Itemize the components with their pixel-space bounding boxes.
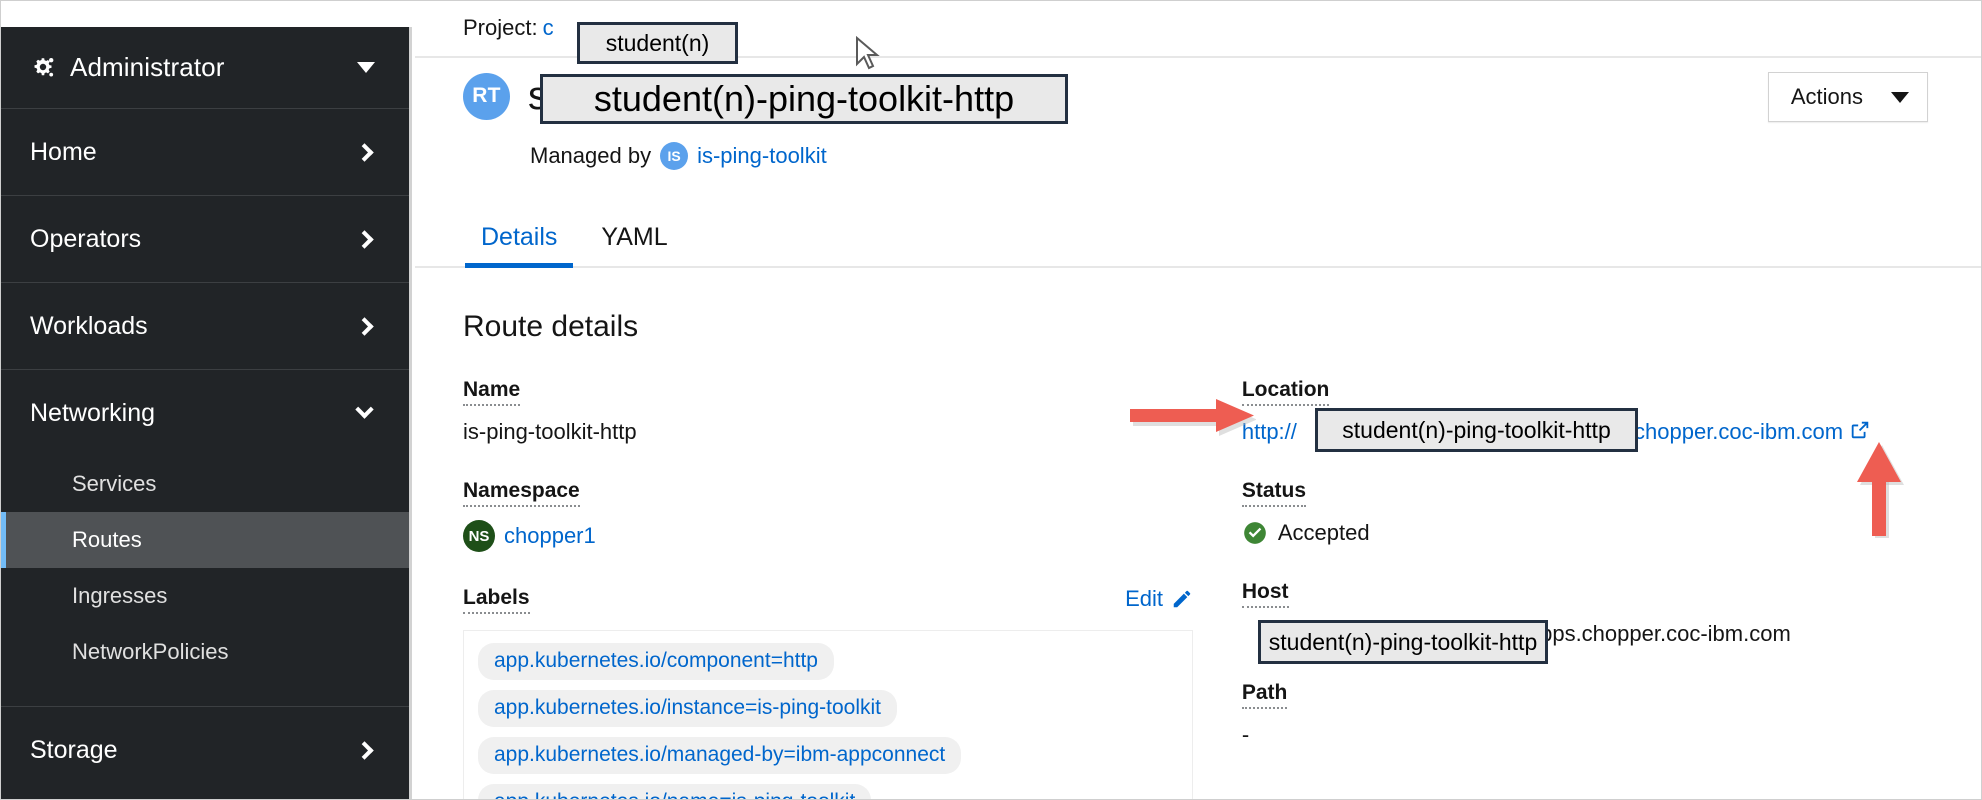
status-value: Accepted [1277,520,1370,545]
actions-button-label: Actions [1790,84,1863,109]
image-stream-badge: IS [660,142,689,170]
chevron-down-icon [355,400,374,419]
sidebar-section-networking: Networking Services Routes Ingresses Net… [0,370,409,707]
gear-icon [34,57,54,76]
sidebar-navigation: Administrator Home Operators Workloads N… [0,27,412,800]
name-label: Name [463,378,521,406]
resource-type-badge: RT [463,72,510,120]
chevron-right-icon [355,740,374,760]
sidebar-item-storage[interactable]: Storage [0,707,409,793]
field-labels: Labels Edit app.kubernetes.io/component=… [463,586,1230,800]
managed-by-label: Managed by [530,143,652,168]
sidebar-item-workloads-label: Workloads [30,311,148,340]
label-chip-row: app.kubernetes.io/component=http [478,643,1178,690]
managed-by-link[interactable]: is-ping-toolkit [697,143,827,169]
host-suffix: apps.chopper.coc-ibm.com [1527,621,1791,646]
sidebar-section-workloads: Workloads [0,283,409,370]
perspective-label: Administrator [70,52,225,82]
sidebar-item-routes-label: Routes [72,527,142,552]
sidebar-item-routes[interactable]: Routes [0,512,409,568]
pencil-icon [1173,590,1191,608]
sidebar-item-workloads[interactable]: Workloads [0,283,409,369]
sidebar-item-services[interactable]: Services [0,456,409,512]
labels-header: Labels Edit [463,586,1193,614]
sidebar-item-home-label: Home [30,137,97,166]
redaction-overlay-project: student(n) [577,22,738,64]
project-value[interactable]: c [543,15,554,41]
label-chip[interactable]: app.kubernetes.io/name=is-ping-toolkit [478,784,872,800]
tab-yaml-label: YAML [601,223,668,251]
path-label: Path [1241,681,1288,709]
name-value: is-ping-toolkit-http [463,419,637,444]
chevron-down-icon [1891,91,1909,103]
chevron-right-icon [355,229,374,249]
chevron-right-icon [355,316,374,336]
sidebar-section-operators: Operators [0,196,409,283]
host-label: Host [1241,580,1289,608]
sidebar-item-services-label: Services [72,471,157,496]
label-chip[interactable]: app.kubernetes.io/instance=is-ping-toolk… [478,690,897,727]
field-path: Path - [1241,681,1982,748]
annotation-arrow-external-link [1857,442,1904,538]
field-namespace: Namespace NS chopper1 [463,479,1230,552]
check-circle-icon [1244,522,1266,544]
label-chip[interactable]: app.kubernetes.io/managed-by=ibm-appconn… [478,737,962,774]
project-label: Project: [463,15,538,40]
sidebar-item-operators[interactable]: Operators [0,196,409,282]
redaction-overlay-location: student(n)-ping-toolkit-http [1315,408,1638,452]
chevron-right-icon [355,142,374,162]
sidebar-item-ingresses-label: Ingresses [72,583,168,608]
sidebar-section-storage: Storage [0,707,409,793]
namespace-value-row: NS chopper1 [463,520,1230,552]
namespace-badge: NS [463,520,495,552]
namespace-label: Namespace [463,479,580,507]
edit-labels-button[interactable]: Edit [1125,586,1193,612]
label-chip-row: app.kubernetes.io/managed-by=ibm-appconn… [478,737,1178,784]
sidebar-item-home[interactable]: Home [0,109,409,195]
path-value: - [1241,722,1250,747]
chevron-down-icon [357,62,375,73]
namespace-link[interactable]: chopper1 [504,523,596,548]
tab-details[interactable]: Details [463,223,575,268]
status-label: Status [1241,479,1307,507]
redaction-overlay-host: student(n)-ping-toolkit-http [1258,620,1548,664]
location-suffix: s.chopper.coc-ibm.com [1616,419,1844,444]
sidebar-item-networking[interactable]: Networking [0,370,409,456]
actions-button[interactable]: Actions [1767,72,1928,122]
label-chip[interactable]: app.kubernetes.io/component=http [478,643,834,680]
managed-by-row: Managed by IS is-ping-toolkit [415,134,1982,178]
section-title: Route details [463,310,639,343]
details-column-left: Name is-ping-toolkit-http Namespace NS ch… [463,378,1230,800]
tab-details-label: Details [481,223,558,251]
field-name: Name is-ping-toolkit-http [463,378,1230,445]
tab-bar: Details YAML [415,204,1982,268]
labels-label: Labels [463,586,530,614]
sidebar-item-networkpolicies[interactable]: NetworkPolicies [0,624,409,680]
sidebar-subnav-networking: Services Routes Ingresses NetworkPolicie… [0,456,409,706]
label-chip-row: app.kubernetes.io/instance=is-ping-toolk… [478,690,1178,737]
mouse-cursor [856,36,880,70]
sidebar-item-networking-label: Networking [30,398,156,427]
annotation-arrow-location [1130,399,1256,436]
sidebar-item-networkpolicies-label: NetworkPolicies [72,639,229,664]
edit-labels-label: Edit [1125,586,1163,611]
redaction-overlay-title: student(n)-ping-toolkit-http [540,74,1068,124]
sidebar-section-home: Home [0,109,409,196]
label-chip-row: app.kubernetes.io/name=is-ping-toolkit [478,784,1178,800]
sidebar-item-ingresses[interactable]: Ingresses [0,568,409,624]
sidebar-item-operators-label: Operators [30,224,142,253]
openshift-console-page: Administrator Home Operators Workloads N… [0,0,1982,800]
perspective-switcher[interactable]: Administrator [0,27,409,109]
tab-yaml[interactable]: YAML [583,223,685,266]
labels-list: app.kubernetes.io/component=http app.kub… [463,630,1193,800]
sidebar-item-storage-label: Storage [30,735,118,764]
